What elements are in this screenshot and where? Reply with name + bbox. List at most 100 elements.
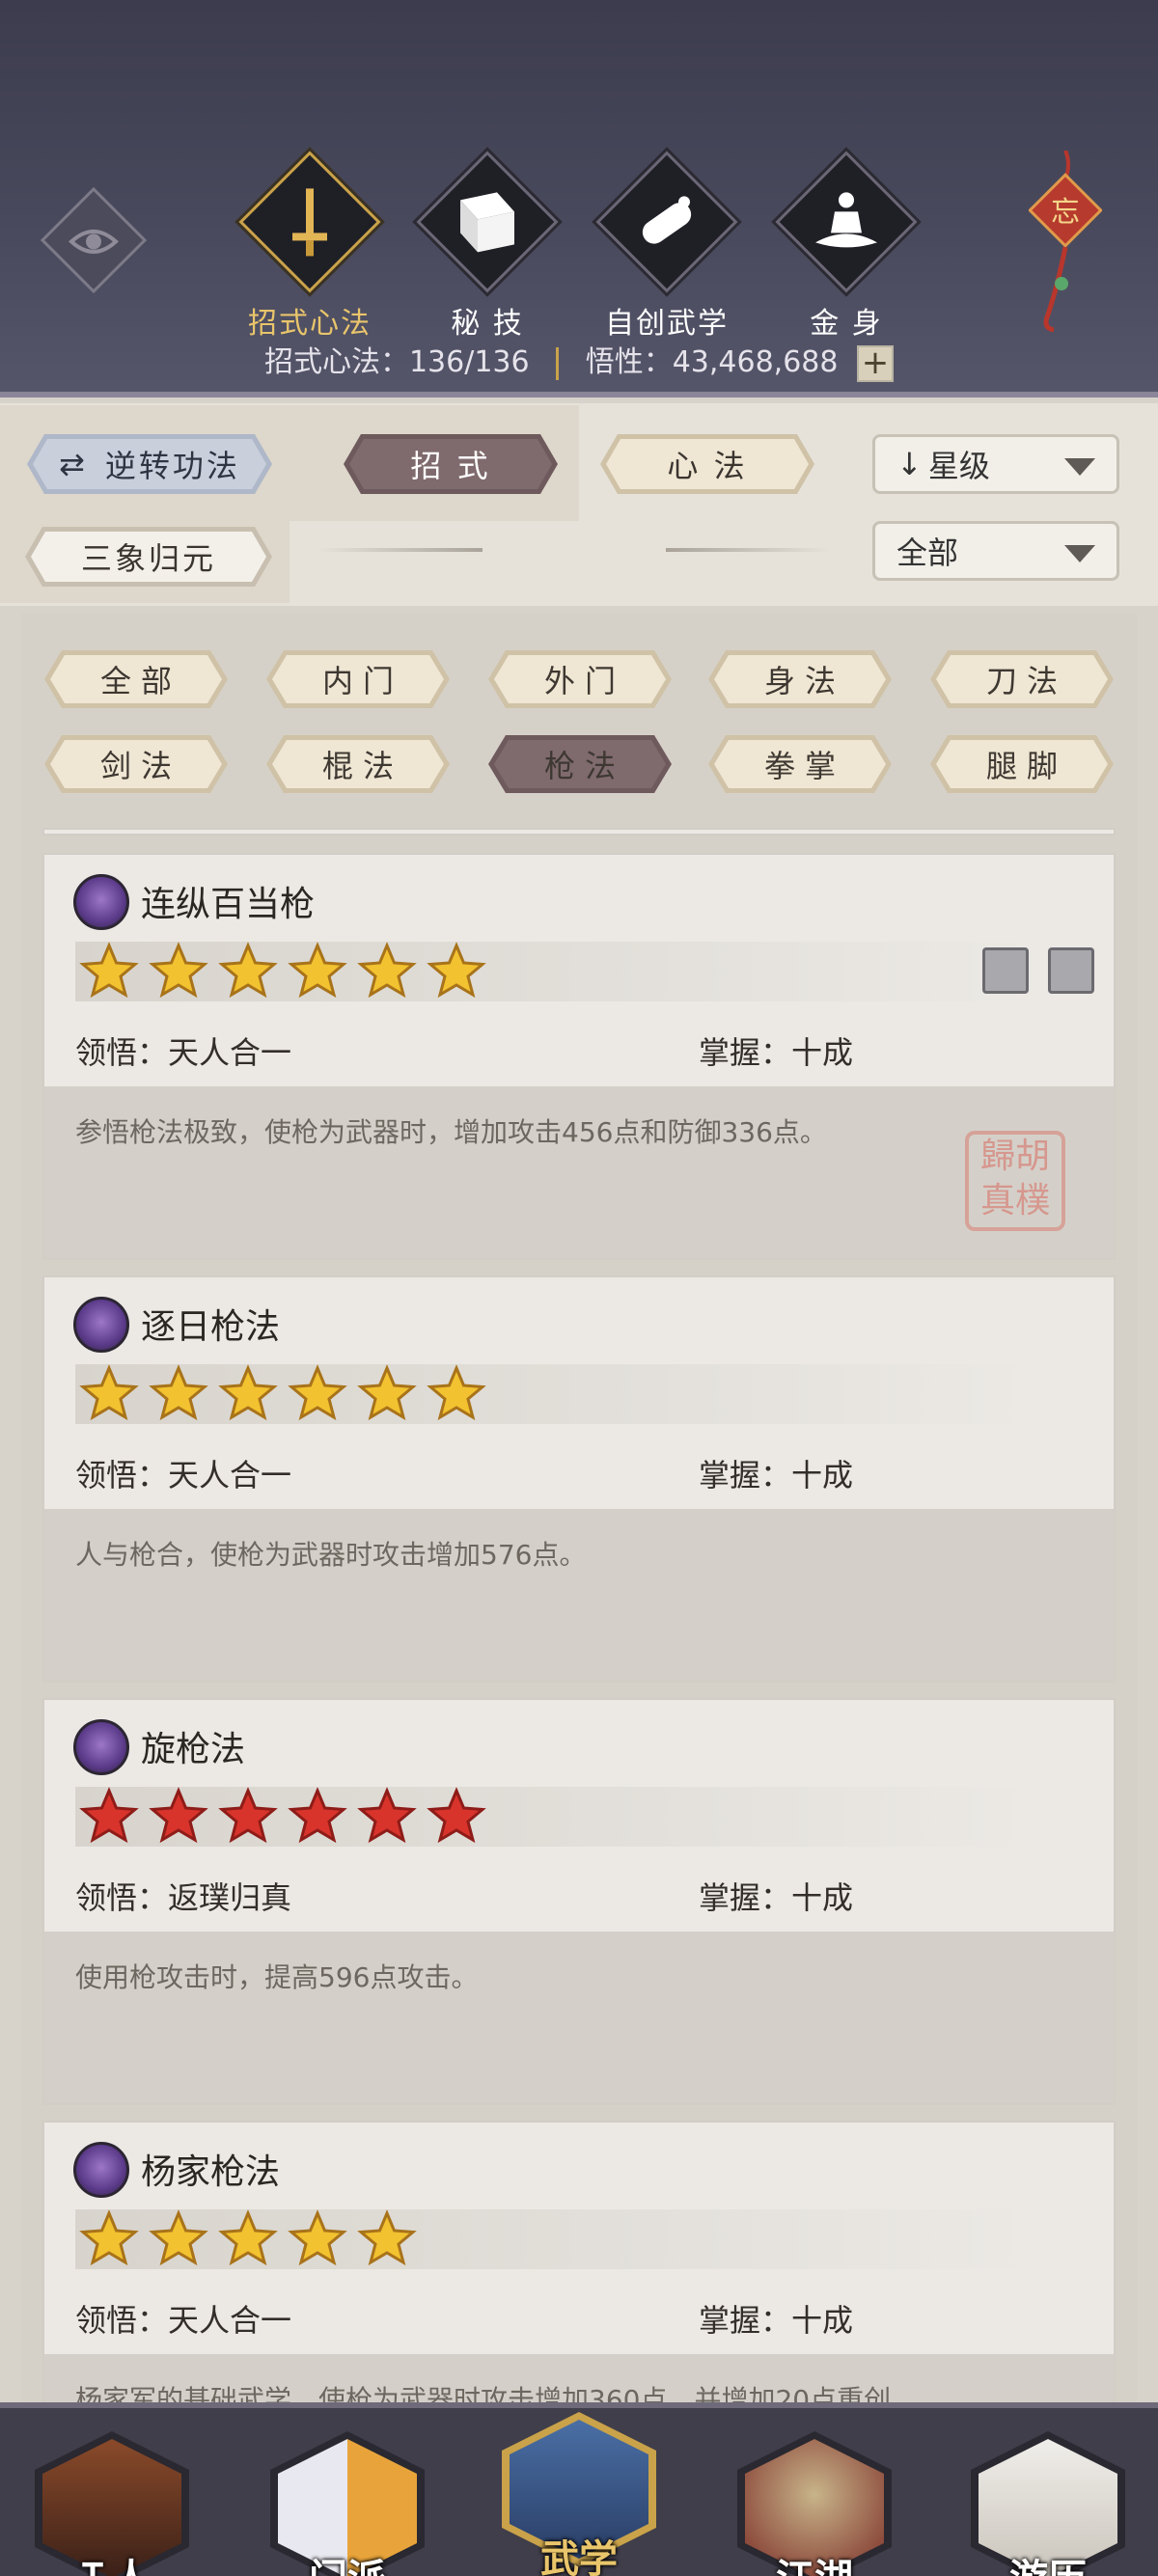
nav-label: 门派 (270, 2547, 425, 2576)
mastery-level: 掌握：十成 (699, 1034, 854, 1071)
sword-icon (292, 188, 327, 257)
star-icon (288, 942, 347, 999)
star-icon (79, 2209, 139, 2266)
skill-name: 杨家枪法 (141, 2152, 281, 2192)
tab-self-created[interactable]: 自创武学 (585, 151, 749, 342)
scope-dropdown[interactable]: 全部 (872, 521, 1119, 581)
category-label: 刀法 (985, 663, 1067, 699)
type-label: 心 法 (667, 448, 748, 484)
ornament-line (318, 548, 482, 552)
skill-name: 连纵百当枪 (141, 885, 316, 924)
tab-secret-skills[interactable]: 秘 技 (405, 151, 569, 342)
category-sword[interactable]: 剑法 (44, 735, 228, 793)
star-icon (288, 1787, 347, 1844)
skill-card[interactable]: 逐日枪法 领悟：天人合一 掌握：十成 人与枪合，使枪为武器时攻击增加576点。 (42, 1275, 1116, 1683)
insight-level: 领悟：天人合一 (75, 2302, 292, 2339)
nav-label: 江湖 (737, 2547, 892, 2576)
skill-card[interactable]: 连纵百当枪 领悟：天人合一 掌握：十成 参悟枪法极致，使枪为武器时，增加攻击45… (42, 853, 1116, 1260)
list-top-edge (42, 828, 1116, 836)
book-icon (460, 192, 514, 253)
star-icon (149, 1787, 208, 1844)
nav-travel[interactable]: 游历 (971, 2431, 1125, 2576)
skill-card[interactable]: 旋枪法 领悟：返璞归真 掌握：十成 使用枪攻击时，提高596点攻击。 (42, 1698, 1116, 2105)
nav-jianghu[interactable]: 江湖 (737, 2431, 892, 2576)
star-icon (427, 1364, 486, 1421)
tab-mind-type[interactable]: 心 法 (600, 434, 814, 494)
star-icon (149, 1364, 208, 1421)
star-rating (79, 1787, 496, 1847)
category-outer[interactable]: 外门 (488, 650, 672, 708)
tab-label: 自创武学 (605, 307, 729, 341)
category-label: 身法 (763, 663, 845, 699)
insight-level: 领悟：返璞归真 (75, 1879, 292, 1916)
skill-list[interactable]: 连纵百当枪 领悟：天人合一 掌握：十成 参悟枪法极致，使枪为武器时，增加攻击45… (21, 828, 1137, 2410)
tab-golden-body[interactable]: 金 身 (764, 151, 928, 342)
category-label: 棍法 (321, 748, 403, 784)
chevron-down-icon (1064, 545, 1095, 562)
nav-label: Ｉ⼈ (35, 2547, 189, 2576)
scroll-icon (642, 196, 692, 244)
mastery-level: 掌握：十成 (699, 1457, 854, 1494)
category-label: 内门 (321, 663, 403, 699)
star-icon (288, 2209, 347, 2266)
star-icon (79, 1787, 139, 1844)
star-icon (79, 942, 139, 999)
nav-label: 游历 (971, 2547, 1125, 2576)
swap-icon: ⇄ (59, 446, 88, 482)
tab-moves[interactable]: 招式心法 (228, 151, 392, 342)
nav-character[interactable]: Ｉ⼈ (35, 2431, 189, 2576)
star-icon (357, 1787, 417, 1844)
sort-dropdown[interactable]: ↓ 星级 (872, 434, 1119, 494)
chinese-knot-button[interactable]: 忘 (1028, 150, 1103, 334)
nav-sect[interactable]: 门派 (270, 2431, 425, 2576)
star-icon (149, 942, 208, 999)
tab-moves-type[interactable]: 招 式 (344, 434, 558, 494)
insight-points: 悟性：43,468,688 (585, 345, 839, 379)
skill-name: 逐日枪法 (141, 1307, 281, 1347)
category-spear[interactable]: 枪法 (488, 735, 672, 793)
sanxiang-label: 三象归元 (80, 540, 216, 577)
category-movement[interactable]: 身法 (708, 650, 892, 708)
star-rating (79, 942, 496, 1001)
category-blade[interactable]: 刀法 (930, 650, 1114, 708)
tab-label: 秘 技 (451, 307, 524, 341)
star-icon (218, 2209, 278, 2266)
insight-level: 领悟：天人合一 (75, 1034, 292, 1071)
nav-martial-arts[interactable]: 武学 (502, 2412, 656, 2576)
category-staff[interactable]: 棍法 (266, 735, 450, 793)
star-icon (427, 1787, 486, 1844)
sort-arrow-icon: ↓ (896, 446, 923, 482)
star-icon (218, 942, 278, 999)
category-all[interactable]: 全部 (44, 650, 228, 708)
category-label: 拳掌 (763, 748, 845, 784)
ornament-line (666, 548, 830, 552)
seal-stamp: 歸胡 真樸 (965, 1131, 1065, 1231)
knot-icon: 忘 (1028, 150, 1103, 333)
slash-skill-icon[interactable] (982, 947, 1029, 994)
star-rating (79, 2209, 427, 2269)
category-inner[interactable]: 内门 (266, 650, 450, 708)
skill-description: 参悟枪法极致，使枪为武器时，增加攻击456点和防御336点。 (44, 1086, 1114, 1258)
mastery-level: 掌握：十成 (699, 2302, 854, 2339)
category-fist[interactable]: 拳掌 (708, 735, 892, 793)
sanxiang-button[interactable]: 三象归元 (25, 527, 272, 587)
star-icon (79, 1364, 139, 1421)
scope-label: 全部 (896, 534, 959, 571)
category-panel (21, 614, 1137, 836)
star-icon (427, 942, 486, 999)
add-insight-button[interactable]: + (857, 344, 895, 382)
category-label: 枪法 (543, 748, 625, 784)
category-leg[interactable]: 腿脚 (930, 735, 1114, 793)
skill-description: 使用枪攻击时，提高596点攻击。 (44, 1932, 1114, 2103)
nav-label: 武学 (540, 2537, 618, 2576)
mastery-level: 掌握：十成 (699, 1879, 854, 1916)
star-icon (218, 1787, 278, 1844)
skill-card[interactable]: 杨家枪法 领悟：天人合一 掌握：十成 杨家军的基础武学，使枪为武器时攻击增加36… (42, 2121, 1116, 2410)
category-label: 外门 (543, 663, 625, 699)
meditation-icon (815, 192, 877, 248)
spear-skill-icon[interactable] (1048, 947, 1094, 994)
reverse-technique-button[interactable]: ⇄ 逆转功法 (27, 434, 272, 494)
spear-badge-icon (73, 2142, 129, 2198)
sort-label: 星级 (927, 448, 990, 484)
divider (556, 346, 560, 380)
